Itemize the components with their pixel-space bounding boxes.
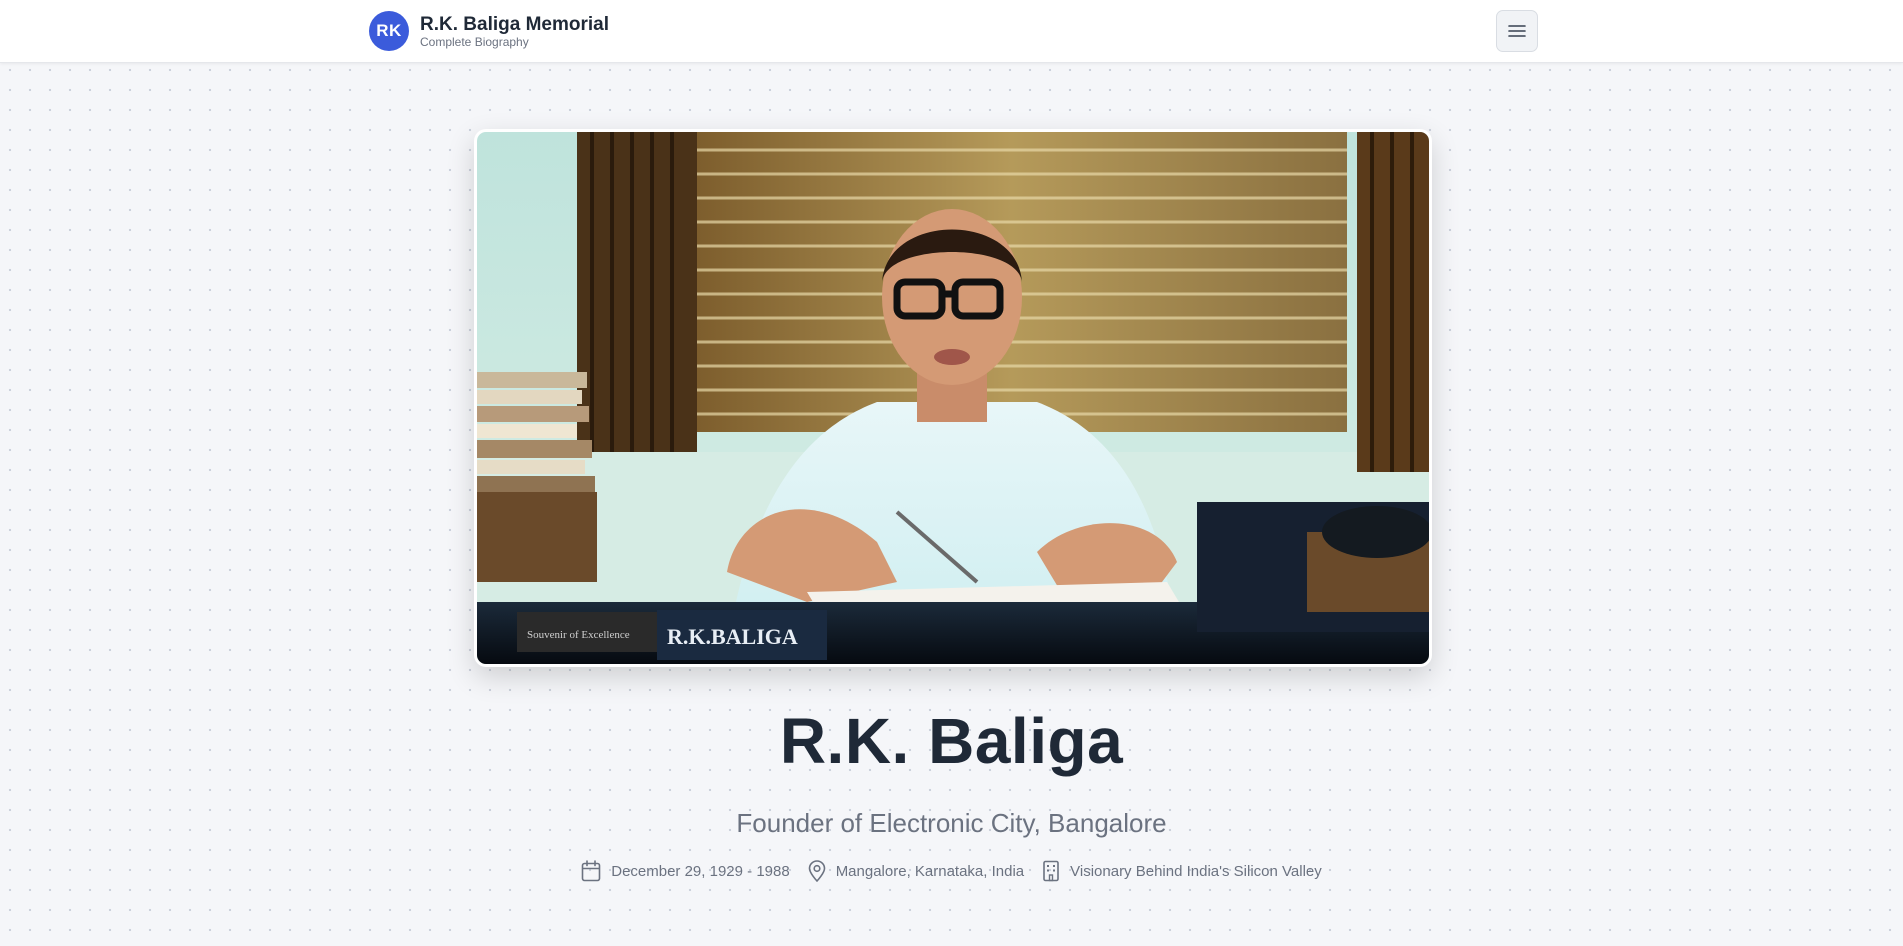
meta-dates-text: December 29, 1929 - 1988: [611, 862, 790, 880]
hamburger-menu-icon: [1508, 25, 1526, 37]
menu-button[interactable]: [1496, 10, 1538, 52]
calendar-icon: [581, 860, 601, 882]
meta-legacy: Visionary Behind India's Silicon Valley: [1042, 860, 1322, 882]
brand-text: R.K. Baliga Memorial Complete Biography: [420, 14, 609, 49]
logo-avatar: RK: [369, 11, 409, 51]
profile-meta: December 29, 1929 - 1988 Mangalore, Karn…: [0, 858, 1903, 884]
site-subtitle: Complete Biography: [420, 34, 529, 49]
plaque-text: Souvenir of Excellence: [527, 629, 630, 641]
meta-dates: December 29, 1929 - 1988: [581, 860, 790, 882]
site-header: RK R.K. Baliga Memorial Complete Biograp…: [0, 0, 1903, 63]
site-title: R.K. Baliga Memorial: [420, 13, 609, 35]
meta-location: Mangalore, Karnataka, India: [808, 860, 1024, 882]
building-icon: [1043, 860, 1059, 882]
nameplate-text: R.K.BALIGA: [667, 624, 798, 649]
hero-image-frame: R.K.BALIGA Souvenir of Excellence: [474, 129, 1432, 667]
map-pin-icon: [808, 860, 825, 882]
profile-tagline: Founder of Electronic City, Bangalore: [736, 808, 1167, 838]
meta-location-text: Mangalore, Karnataka, India: [835, 862, 1025, 880]
portrait-photo: R.K.BALIGA Souvenir of Excellence: [477, 132, 1429, 664]
brand-link[interactable]: RK R.K. Baliga Memorial Complete Biograp…: [369, 11, 609, 51]
meta-legacy-text: Visionary Behind India's Silicon Valley: [1070, 862, 1322, 880]
profile-name: R.K. Baliga: [779, 705, 1124, 777]
